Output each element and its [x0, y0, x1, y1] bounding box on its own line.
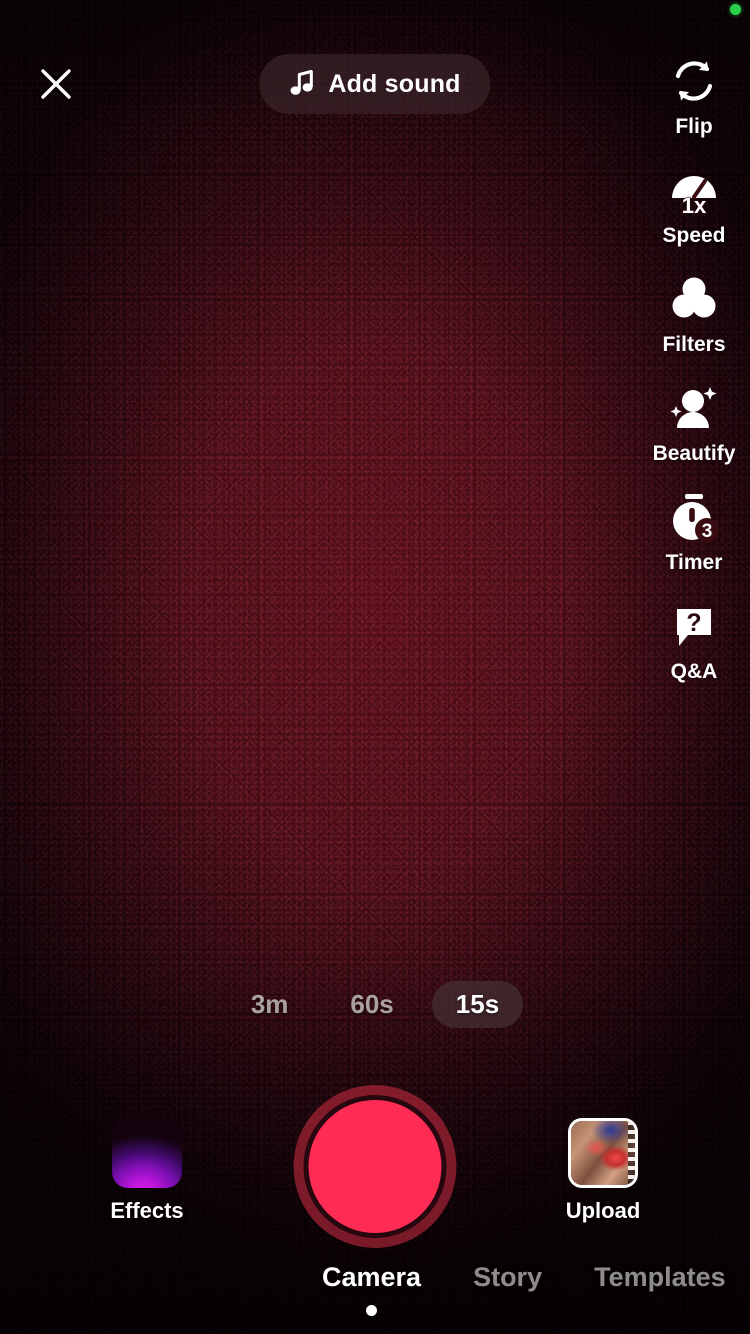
active-tab-indicator-dot — [366, 1305, 378, 1316]
rail-item-speed[interactable]: 1x Speed — [638, 161, 750, 248]
rail-label-beautify: Beautify — [652, 442, 736, 465]
music-note-icon — [289, 68, 315, 101]
effects-button[interactable]: Effects — [96, 1118, 198, 1224]
question-bubble-icon: ? — [665, 597, 723, 655]
effects-label: Effects — [110, 1198, 184, 1223]
speedometer-icon: 1x — [665, 161, 723, 219]
camera-tools-rail: Flip 1x Speed Filters Beautify 3 Timer ?… — [638, 52, 750, 706]
tab-camera-label: Camera — [322, 1262, 422, 1292]
mode-tabs: Camera Story Templates — [0, 1262, 750, 1316]
duration-option-15s[interactable]: 15s — [431, 981, 524, 1028]
tab-story-label: Story — [473, 1262, 543, 1292]
rail-label-flip: Flip — [675, 115, 713, 138]
filters-circles-icon — [665, 270, 723, 328]
beautify-sparkle-person-icon — [665, 379, 723, 437]
rail-label-timer: Timer — [665, 551, 723, 574]
upload-label: Upload — [565, 1198, 641, 1223]
rail-item-qa[interactable]: ? Q&A — [638, 597, 750, 684]
rail-label-filters: Filters — [662, 333, 726, 356]
tab-templates-label: Templates — [594, 1262, 726, 1292]
tab-templates[interactable]: Templates — [594, 1262, 726, 1316]
svg-text:3: 3 — [702, 521, 713, 542]
close-button[interactable] — [34, 62, 78, 106]
flip-camera-icon — [665, 52, 723, 110]
svg-text:1x: 1x — [682, 193, 707, 216]
record-shutter-button[interactable] — [293, 1085, 457, 1248]
rail-item-beautify[interactable]: Beautify — [638, 379, 750, 466]
add-sound-button[interactable]: Add sound — [259, 54, 491, 114]
duration-selector: 3m 60s 15s — [0, 981, 750, 1028]
rail-label-speed: Speed — [662, 224, 726, 247]
rail-label-qa: Q&A — [670, 660, 718, 683]
gallery-photo-image — [571, 1121, 635, 1185]
shutter-inner-circle — [308, 1100, 442, 1233]
film-strip-perforations — [628, 1121, 635, 1185]
purple-effect-thumbnail — [112, 1118, 182, 1188]
duration-option-60s[interactable]: 60s — [326, 981, 417, 1028]
tab-camera[interactable]: Camera — [322, 1262, 421, 1316]
svg-text:?: ? — [686, 609, 701, 637]
camera-screen: Add sound Flip 1x Speed Filters Beautify… — [0, 0, 750, 1334]
rail-item-timer[interactable]: 3 Timer — [638, 488, 750, 575]
rail-item-flip[interactable]: Flip — [638, 52, 750, 139]
gallery-photo-thumbnail — [568, 1118, 638, 1188]
rail-item-filters[interactable]: Filters — [638, 270, 750, 357]
add-sound-label: Add sound — [328, 69, 461, 98]
tab-story[interactable]: Story — [473, 1262, 542, 1316]
close-x-icon — [37, 65, 75, 103]
camera-active-dot-icon — [730, 4, 741, 15]
stopwatch-icon: 3 — [665, 488, 723, 546]
duration-option-3m[interactable]: 3m — [227, 981, 313, 1028]
shutter-ring-gap — [303, 1095, 447, 1238]
upload-button[interactable]: Upload — [552, 1118, 654, 1224]
